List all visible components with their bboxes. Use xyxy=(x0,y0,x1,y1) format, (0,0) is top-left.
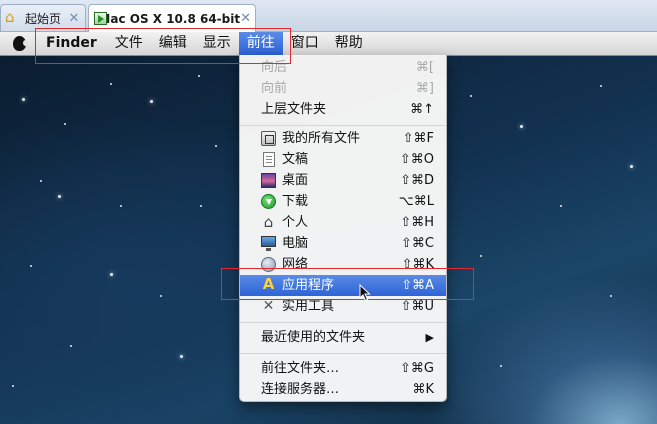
menu-item-recent-folders[interactable]: 最近使用的文件夹 ▶ xyxy=(240,327,446,348)
downloads-icon xyxy=(261,194,276,209)
menu-item-forward[interactable]: 向前 ⌘] xyxy=(240,78,446,99)
home-icon: ⌂ xyxy=(5,8,15,26)
tab-label: Mac OS X 10.8 64-bit xyxy=(98,11,241,26)
go-menu-dropdown: 向后 ⌘[ 向前 ⌘] 上层文件夹 ⌘↑ 我的所有文件 ⇧⌘F 文稿 ⇧⌘O 桌… xyxy=(239,55,447,402)
menu-item-computer[interactable]: 电脑 ⇧⌘C xyxy=(240,233,446,254)
vm-icon xyxy=(93,11,107,27)
menu-separator xyxy=(240,125,446,126)
menu-item-all-my-files[interactable]: 我的所有文件 ⇧⌘F xyxy=(240,128,446,149)
utilities-icon: ✕ xyxy=(262,298,275,314)
all-files-icon xyxy=(261,131,276,146)
documents-icon xyxy=(263,152,275,167)
computer-icon xyxy=(261,236,276,251)
annotation-box-menubar xyxy=(35,28,291,64)
close-icon[interactable]: ✕ xyxy=(240,11,251,26)
tab-label: 起始页 xyxy=(25,11,62,26)
home-icon: ⌂ xyxy=(263,213,274,231)
menu-item-downloads[interactable]: 下载 ⌥⌘L xyxy=(240,191,446,212)
menu-item-desktop[interactable]: 桌面 ⇧⌘D xyxy=(240,170,446,191)
menu-separator xyxy=(240,353,446,354)
menu-item-connect-to-server[interactable]: 连接服务器… ⌘K xyxy=(240,379,446,400)
menu-item-go-to-folder[interactable]: 前往文件夹… ⇧⌘G xyxy=(240,358,446,379)
tab-start-page[interactable]: ⌂ 起始页 ✕ xyxy=(0,4,86,31)
apple-icon[interactable] xyxy=(0,34,38,53)
menu-separator xyxy=(240,322,446,323)
submenu-arrow-icon: ▶ xyxy=(425,331,434,344)
close-icon[interactable]: ✕ xyxy=(67,11,81,26)
menu-item-documents[interactable]: 文稿 ⇧⌘O xyxy=(240,149,446,170)
menu-item-enclosing-folder[interactable]: 上层文件夹 ⌘↑ xyxy=(240,99,446,120)
menu-help[interactable]: 帮助 xyxy=(327,32,371,55)
menu-item-home[interactable]: ⌂ 个人 ⇧⌘H xyxy=(240,212,446,233)
annotation-box-applications xyxy=(221,268,474,300)
desktop-icon xyxy=(261,173,276,188)
